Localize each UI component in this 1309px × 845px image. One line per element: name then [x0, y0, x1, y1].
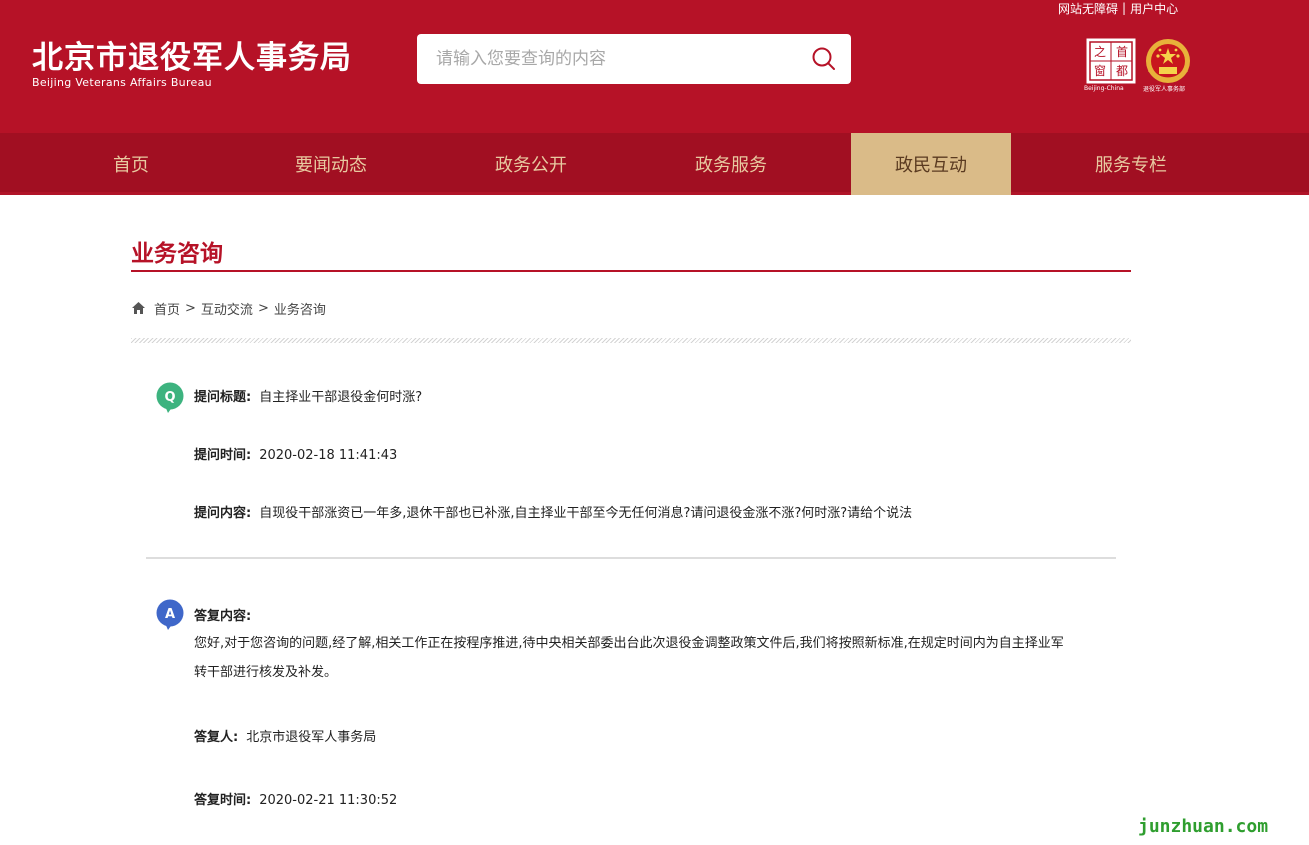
title-underline: [131, 270, 1131, 272]
home-icon[interactable]: [131, 301, 146, 315]
answer-content-row: 答复内容:: [194, 605, 251, 624]
site-header: 北京市退役军人事务局 Beijing Veterans Affairs Bure…: [0, 0, 1309, 133]
user-center-link[interactable]: 用户中心: [1130, 0, 1178, 17]
question-content-row: 提问内容: 自现役干部涨资已一年多,退休干部也已补涨,自主择业干部至今无任何消息?…: [194, 502, 912, 521]
shoudu-char-4: 窗: [1094, 64, 1106, 78]
shoudu-logo-graphic: 首 都 之 窗: [1086, 38, 1136, 84]
question-content: 自现役干部涨资已一年多,退休干部也已补涨,自主择业干部至今无任何消息?请问退役金…: [259, 506, 913, 521]
answer-badge-letter: A: [165, 607, 175, 622]
question-content-label: 提问内容:: [194, 506, 252, 521]
breadcrumb-separator: >: [185, 300, 196, 316]
watermark: junzhuan.com: [1138, 816, 1269, 837]
shoudu-char-1: 首: [1116, 45, 1128, 59]
dashed-divider: [131, 338, 1131, 343]
answer-responder-label: 答复人:: [194, 730, 239, 745]
accessibility-link[interactable]: 网站无障碍: [1058, 0, 1118, 17]
answer-content-label: 答复内容:: [194, 609, 252, 624]
question-badge-icon: Q: [156, 382, 184, 413]
breadcrumb-separator: >: [257, 300, 269, 316]
top-links: 网站无障碍 | 用户中心: [1058, 0, 1178, 16]
answer-time: 2020-02-21 11:30:52: [259, 793, 398, 808]
answer-time-row: 答复时间: 2020-02-21 11:30:52: [194, 789, 397, 808]
question-time-label: 提问时间:: [194, 448, 252, 463]
question-title-row: 提问标题: 自主择业干部退役金何时涨?: [194, 386, 422, 405]
answer-content: 您好,对于您咨询的问题,经了解,相关工作正在按程序推进,待中央相关部委出台此次退…: [194, 636, 1064, 680]
top-links-separator: |: [1122, 1, 1127, 15]
shoudu-char-3: 之: [1094, 45, 1106, 59]
answer-responder: 北京市退役军人事务局: [246, 730, 377, 745]
national-emblem-icon: [1146, 39, 1190, 83]
nav-item-gov-info[interactable]: 政务公开: [451, 133, 611, 195]
answer-badge-icon: A: [156, 599, 184, 630]
site-subtitle: Beijing Veterans Affairs Bureau: [32, 76, 212, 89]
question-time: 2020-02-18 11:41:43: [259, 448, 398, 463]
nav-item-interaction[interactable]: 政民互动: [851, 133, 1011, 195]
breadcrumb-current[interactable]: 业务咨询: [274, 299, 326, 318]
question-title-label: 提问标题:: [194, 390, 252, 405]
answer-responder-row: 答复人: 北京市退役军人事务局: [194, 726, 376, 745]
shoudu-caption: Beijing-China: [1084, 85, 1124, 92]
qa-divider: [146, 557, 1116, 559]
nav-item-home[interactable]: 首页: [51, 133, 211, 195]
page-title: 业务咨询: [131, 241, 223, 267]
main-nav: 首页 要闻动态 政务公开 政务服务 政民互动 服务专栏: [0, 133, 1309, 195]
question-badge-letter: Q: [164, 390, 175, 405]
search-icon[interactable]: [811, 46, 837, 72]
search-input[interactable]: [417, 34, 797, 84]
question-time-row: 提问时间: 2020-02-18 11:41:43: [194, 444, 397, 463]
shoudu-window-logo[interactable]: 首 都 之 窗 Beijing-China: [1084, 38, 1136, 94]
nav-item-gov-service[interactable]: 政务服务: [651, 133, 811, 195]
answer-time-label: 答复时间:: [194, 793, 252, 808]
breadcrumb-home[interactable]: 首页: [154, 299, 180, 318]
site-title[interactable]: 北京市退役军人事务局: [32, 32, 352, 77]
national-emblem-logo[interactable]: 退役军人事务部: [1141, 36, 1197, 94]
breadcrumb-interaction[interactable]: 互动交流: [201, 299, 253, 318]
question-title: 自主择业干部退役金何时涨?: [259, 390, 423, 405]
nav-item-service-column[interactable]: 服务专栏: [1051, 133, 1211, 195]
emblem-caption: 退役军人事务部: [1143, 86, 1186, 93]
breadcrumb: 首页 > 互动交流 > 业务咨询: [131, 298, 326, 318]
shoudu-char-2: 都: [1116, 64, 1128, 78]
search-box: [417, 34, 851, 84]
nav-item-news[interactable]: 要闻动态: [251, 133, 411, 195]
